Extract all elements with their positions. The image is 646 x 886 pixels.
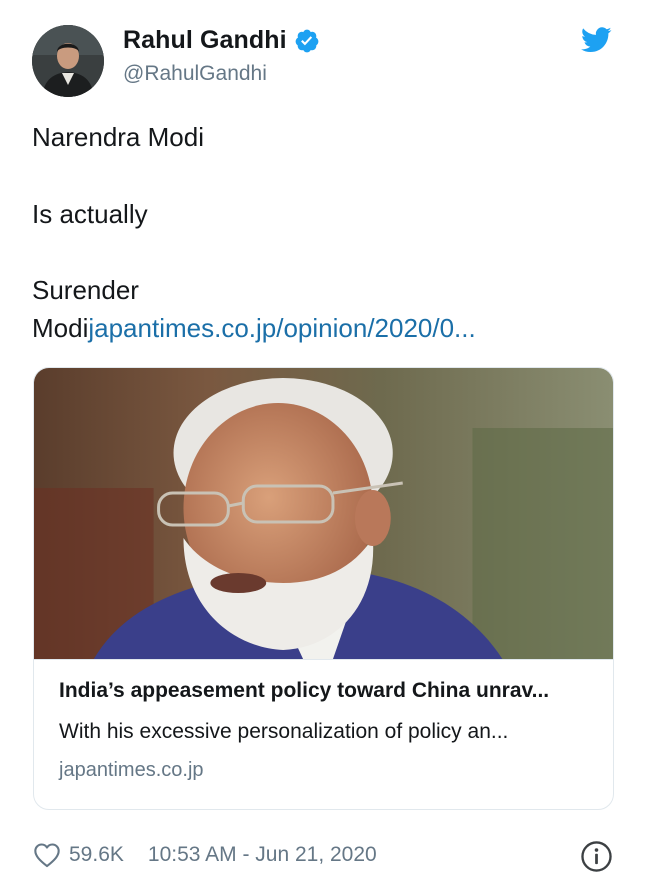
info-icon[interactable] xyxy=(580,840,613,873)
tweet-text-line: Narendra Modi xyxy=(32,122,204,152)
heart-icon[interactable] xyxy=(33,842,61,868)
avatar-photo-icon xyxy=(32,25,104,97)
card-title[interactable]: India’s appeasement policy toward China … xyxy=(59,679,549,703)
article-photo-icon xyxy=(34,368,613,659)
card-description: With his excessive personalization of po… xyxy=(59,720,509,743)
twitter-bird-icon[interactable] xyxy=(581,27,612,53)
tweet-url-link[interactable]: japantimes.co.jp/opinion/2020/0... xyxy=(88,313,475,343)
author-name-row[interactable]: Rahul Gandhi xyxy=(123,26,320,55)
avatar[interactable] xyxy=(32,25,104,97)
tweet-text-line: Is actually xyxy=(32,199,148,229)
tweet-text-line: Modijapantimes.co.jp/opinion/2020/0... xyxy=(32,312,476,344)
tweet-timestamp[interactable]: 10:53 AM - Jun 21, 2020 xyxy=(148,843,377,867)
tweet-text-fragment: Modi xyxy=(32,313,89,343)
tweet-footer: 59.6K 10:53 AM - Jun 21, 2020 xyxy=(33,842,377,868)
display-name[interactable]: Rahul Gandhi xyxy=(123,26,287,55)
card-domain: japantimes.co.jp xyxy=(59,759,204,781)
author-handle[interactable]: @RahulGandhi xyxy=(123,62,267,86)
tweet-embed: Rahul Gandhi @RahulGandhi Narendra Modi … xyxy=(0,0,646,886)
verified-badge-icon xyxy=(295,29,319,52)
link-preview-card[interactable]: India’s appeasement policy toward China … xyxy=(33,367,614,810)
like-count[interactable]: 59.6K xyxy=(69,843,124,867)
card-body: India’s appeasement policy toward China … xyxy=(34,659,613,809)
tweet-text-line: Surender xyxy=(32,275,139,305)
